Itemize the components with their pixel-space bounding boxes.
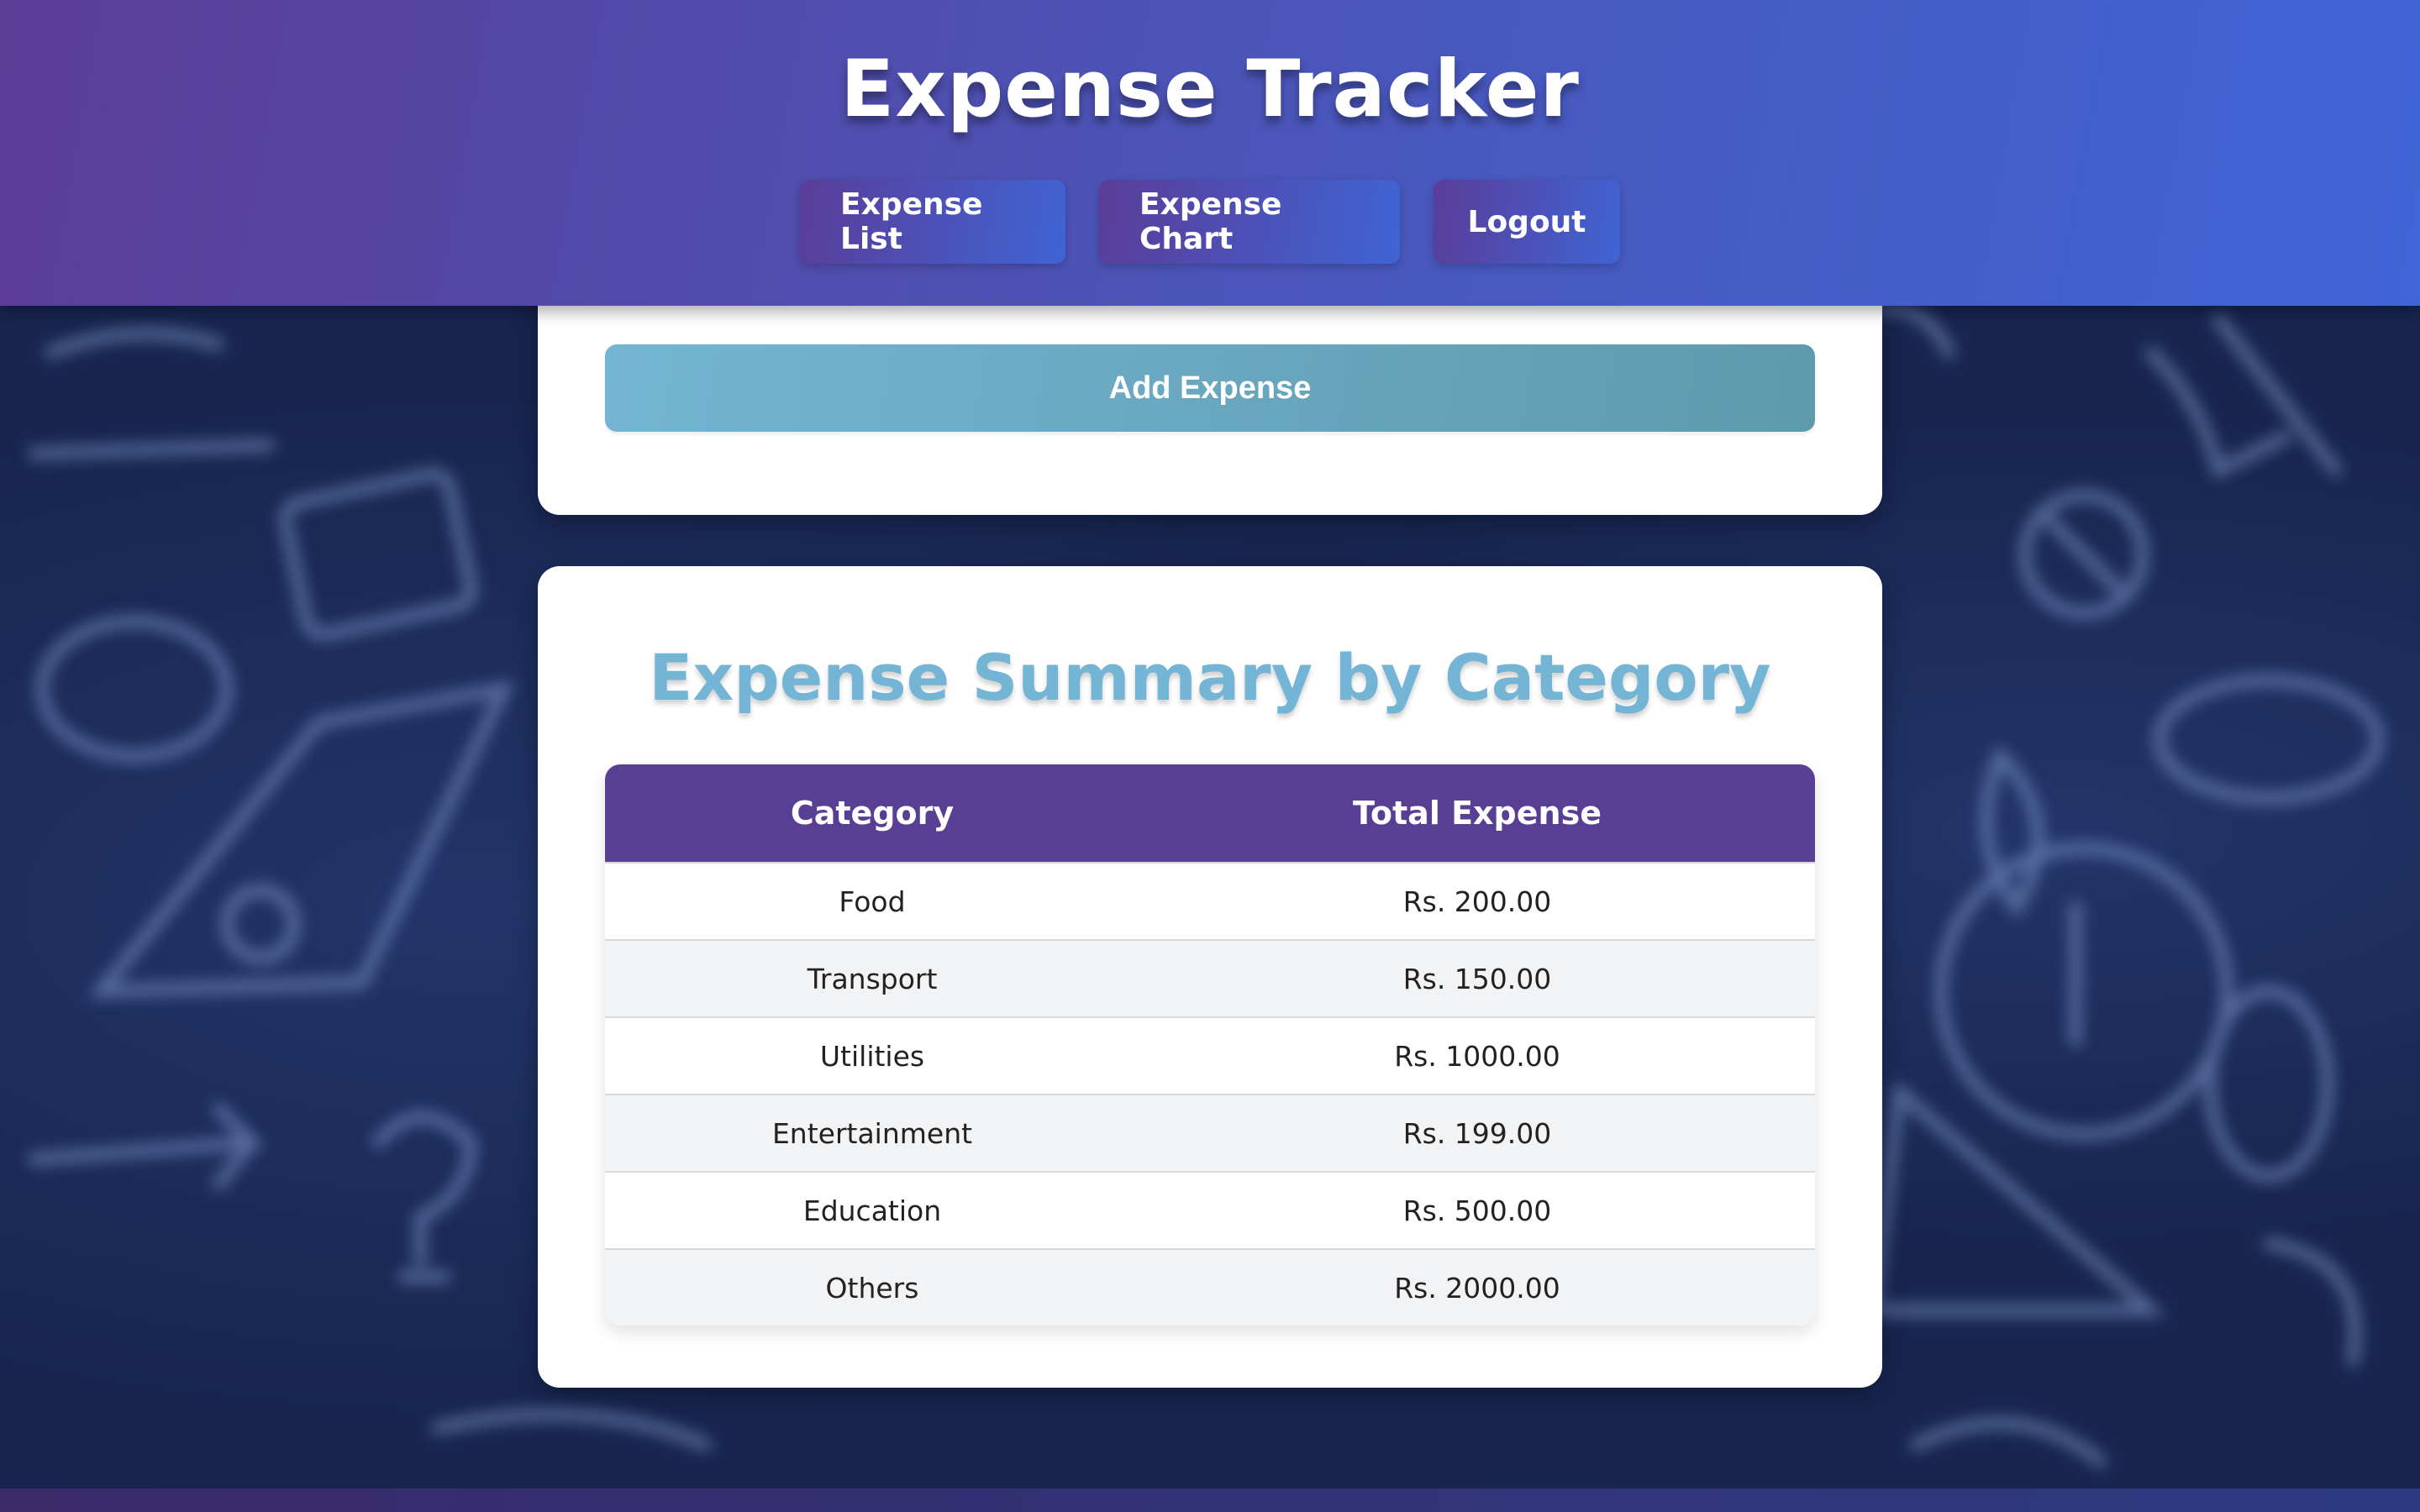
category-cell: Food: [605, 862, 1139, 940]
category-cell: Transport: [605, 939, 1139, 1017]
summary-table-container: Category Total Expense Food Rs. 200.00 T…: [605, 764, 1815, 1326]
total-cell: Rs. 2000.00: [1139, 1248, 1815, 1326]
logout-button[interactable]: Logout: [1434, 180, 1620, 264]
app-title: Expense Tracker: [840, 44, 1580, 135]
total-cell: Rs. 150.00: [1139, 939, 1815, 1017]
add-expense-button[interactable]: Add Expense: [605, 344, 1815, 432]
total-cell: Rs. 500.00: [1139, 1171, 1815, 1249]
column-header-total: Total Expense: [1139, 764, 1815, 863]
table-row: Entertainment Rs. 199.00: [605, 1094, 1815, 1172]
summary-title: Expense Summary by Category: [649, 640, 1771, 715]
table-row: Education Rs. 500.00: [605, 1171, 1815, 1249]
expense-summary-card: Expense Summary by Category Category Tot…: [538, 566, 1882, 1388]
table-header: Category Total Expense: [605, 764, 1815, 863]
table-row: Transport Rs. 150.00: [605, 939, 1815, 1017]
column-header-category: Category: [605, 764, 1139, 863]
expense-chart-button[interactable]: Expense Chart: [1099, 180, 1400, 264]
total-cell: Rs. 1000.00: [1139, 1016, 1815, 1095]
table-row: Utilities Rs. 1000.00: [605, 1016, 1815, 1095]
category-cell: Others: [605, 1248, 1139, 1326]
total-cell: Rs. 199.00: [1139, 1094, 1815, 1172]
category-cell: Education: [605, 1171, 1139, 1249]
expense-list-button[interactable]: Expense List: [800, 180, 1065, 264]
summary-table: Category Total Expense Food Rs. 200.00 T…: [605, 764, 1815, 1326]
total-cell: Rs. 200.00: [1139, 862, 1815, 940]
table-header-row: Category Total Expense: [605, 764, 1815, 863]
main-nav: Expense List Expense Chart Logout: [0, 180, 2420, 264]
category-cell: Utilities: [605, 1016, 1139, 1095]
footer-bar: [0, 1488, 2420, 1512]
app-header: Expense Tracker Expense List Expense Cha…: [0, 0, 2420, 306]
category-cell: Entertainment: [605, 1094, 1139, 1172]
table-row: Food Rs. 200.00: [605, 862, 1815, 940]
table-row: Others Rs. 2000.00: [605, 1248, 1815, 1326]
table-body: Food Rs. 200.00 Transport Rs. 150.00 Uti…: [605, 862, 1815, 1326]
